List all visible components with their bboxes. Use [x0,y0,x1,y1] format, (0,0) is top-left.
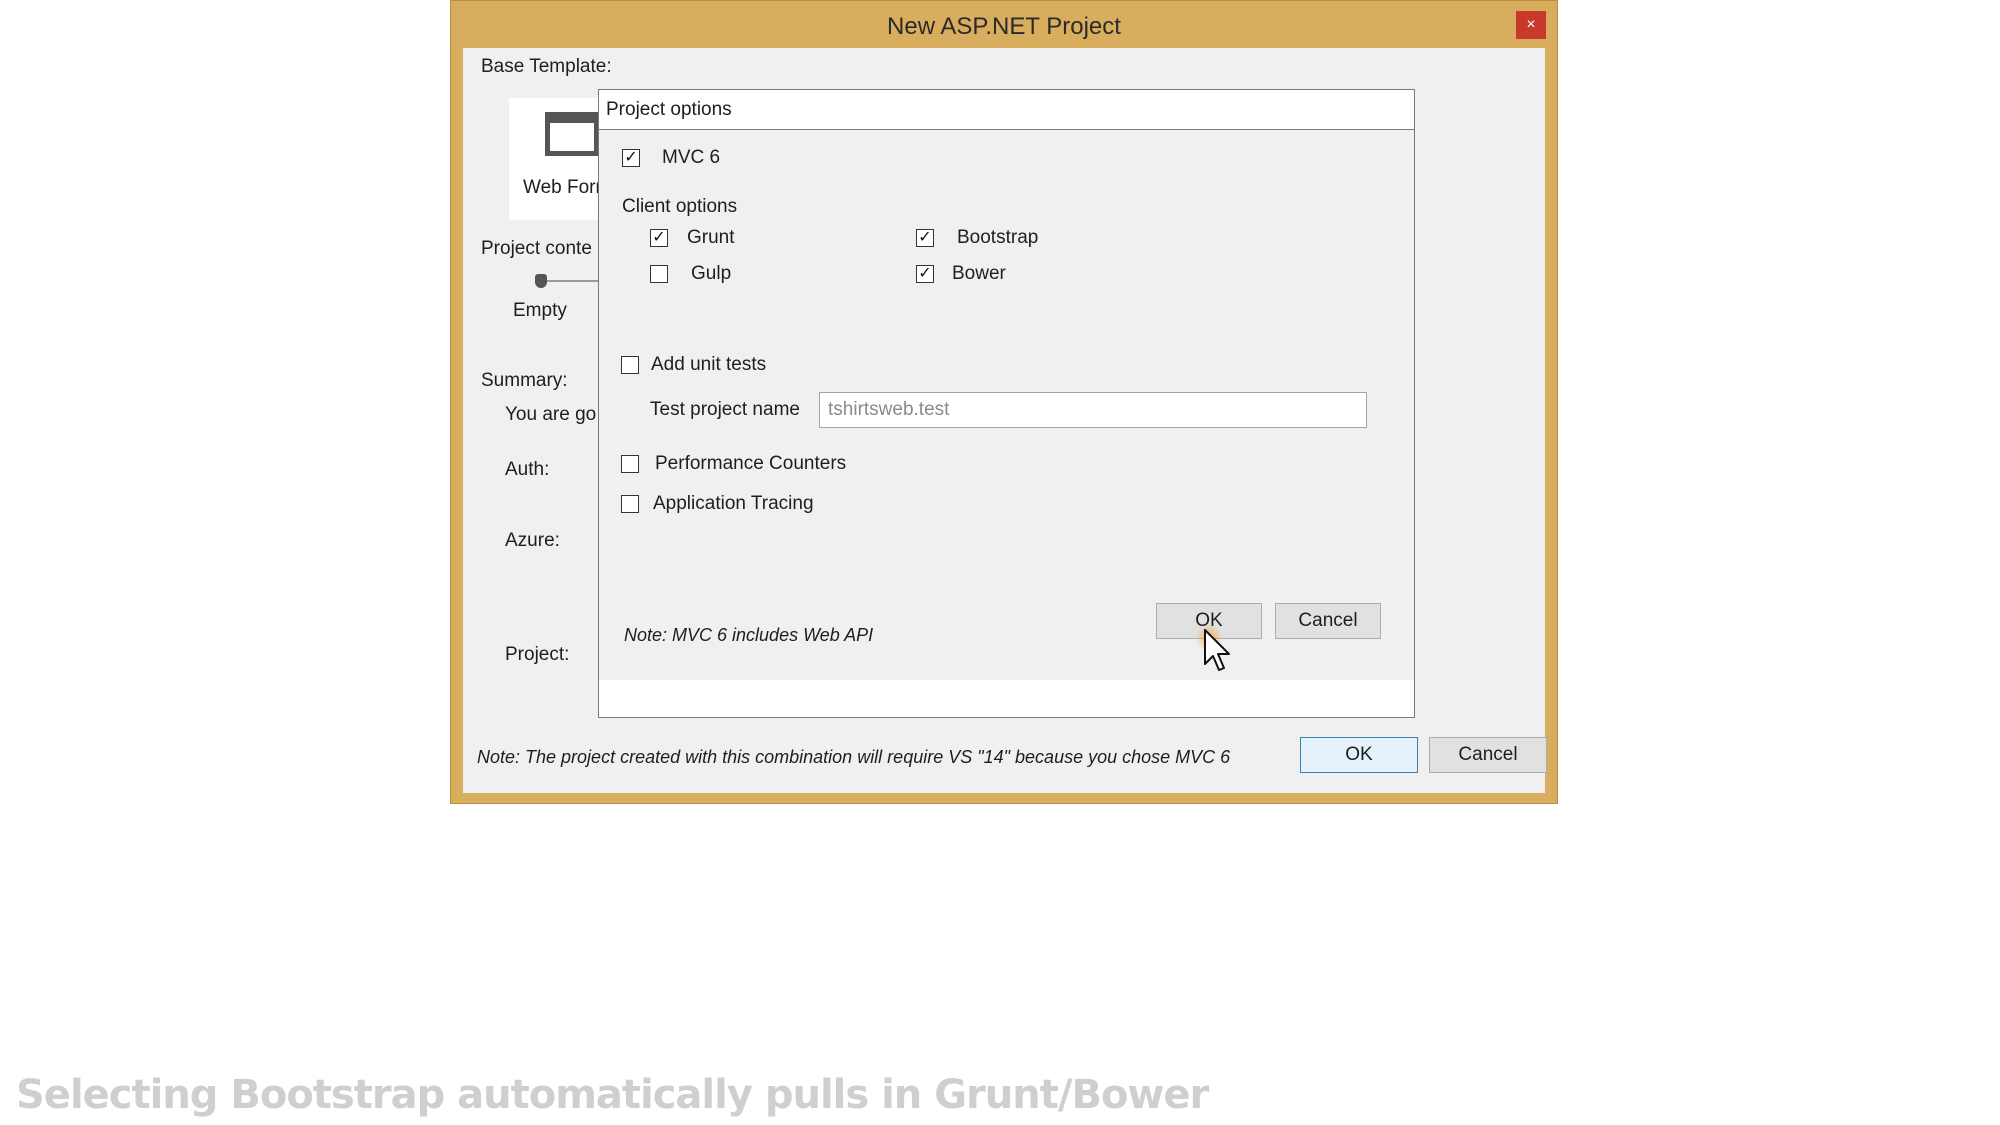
project-label: Project: [505,644,570,665]
project-options-title: Project options [599,90,1414,130]
outer-note: Note: The project created with this comb… [477,747,1231,767]
check-mark: ✓ [652,229,666,246]
window-icon [545,112,599,156]
bower-checkbox[interactable]: ✓ [916,265,934,283]
base-template-label: Base Template: [481,56,612,77]
check-mark: ✓ [624,149,638,166]
test-project-name-input[interactable]: tshirtsweb.test [819,392,1367,428]
template-tile-web-forms[interactable]: Web Form [509,98,611,220]
gulp-label: Gulp [691,263,732,284]
project-content-slider-thumb[interactable] [535,274,547,288]
application-tracing-label: Application Tracing [653,493,814,514]
performance-counters-label: Performance Counters [655,453,847,474]
project-content-label: Project conte [481,238,592,259]
close-icon: × [1526,16,1536,33]
window-title: New ASP.NET Project [887,13,1121,40]
bootstrap-checkbox[interactable]: ✓ [916,229,934,247]
gulp-checkbox[interactable] [650,265,668,283]
project-options-dialog: Project options ✓ MVC 6 Client options ✓… [598,89,1415,718]
check-mark: ✓ [918,229,932,246]
mvc-checkbox[interactable]: ✓ [622,149,640,167]
close-button[interactable]: × [1516,11,1546,39]
summary-label: Summary: [481,370,568,391]
outer-ok-button[interactable]: OK [1300,737,1418,773]
client-options-label: Client options [622,196,738,217]
add-unit-tests-checkbox[interactable] [621,356,639,374]
grunt-checkbox[interactable]: ✓ [650,229,668,247]
bower-label: Bower [952,263,1006,284]
video-caption: Selecting Bootstrap automatically pulls … [16,1072,1209,1118]
mvc-label: MVC 6 [662,147,721,168]
auth-label: Auth: [505,459,550,480]
mouse-pointer-icon [1197,624,1230,671]
outer-cancel-button[interactable]: Cancel [1429,737,1547,773]
test-project-name-label: Test project name [650,399,800,420]
inner-cancel-button[interactable]: Cancel [1275,603,1381,639]
summary-text: You are go [505,404,597,425]
slider-value-label: Empty [513,300,567,321]
add-unit-tests-label: Add unit tests [651,354,767,375]
project-options-body: ✓ MVC 6 Client options ✓ Grunt Gulp ✓ Bo… [599,130,1414,680]
check-mark: ✓ [918,265,932,282]
azure-label: Azure: [505,530,560,551]
inner-note: Note: MVC 6 includes Web API [624,625,874,645]
bootstrap-label: Bootstrap [957,227,1039,248]
performance-counters-checkbox[interactable] [621,455,639,473]
application-tracing-checkbox[interactable] [621,495,639,513]
grunt-label: Grunt [687,227,735,248]
